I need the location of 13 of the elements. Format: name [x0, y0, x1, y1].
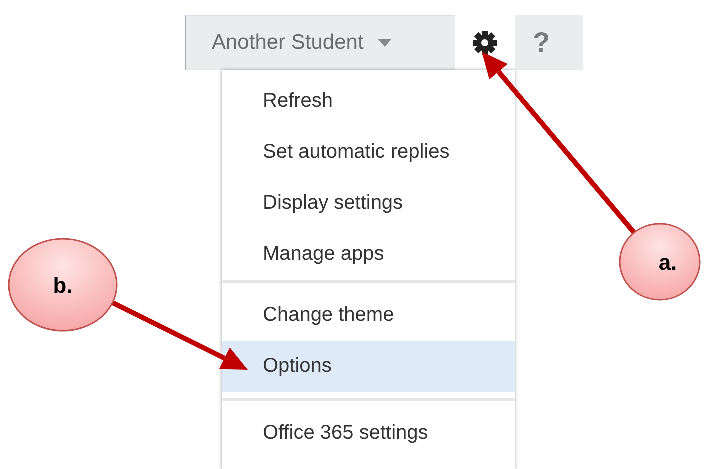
menu-item[interactable]: Set automatic replies — [222, 127, 515, 178]
callout-bubble: a. — [619, 223, 701, 301]
menu-item[interactable]: Change theme — [222, 290, 515, 341]
menu-item[interactable]: Options — [222, 341, 515, 392]
menu-item[interactable]: Office 365 settings — [222, 408, 515, 459]
menu-item[interactable]: Display settings — [222, 178, 515, 229]
callout-bubble: b. — [8, 238, 118, 332]
menu-item[interactable]: Refresh — [222, 76, 515, 127]
settings-icon — [473, 30, 497, 54]
caret-icon — [378, 39, 392, 47]
menu-item[interactable]: Manage apps — [222, 229, 515, 280]
account-menu-button[interactable]: Another Student — [185, 15, 455, 70]
help-button[interactable]: ? — [515, 15, 583, 70]
